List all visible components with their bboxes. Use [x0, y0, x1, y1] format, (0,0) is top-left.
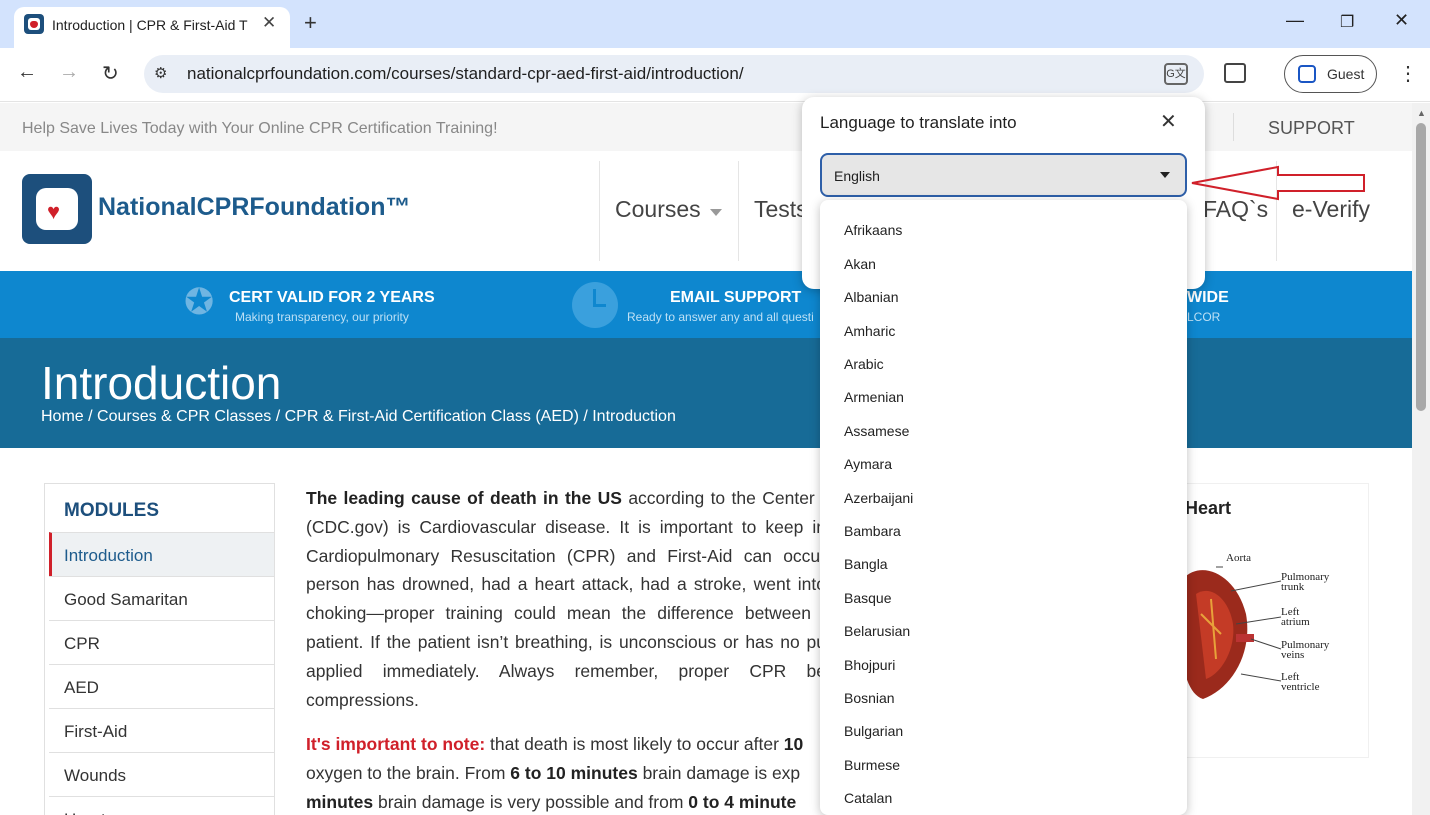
annotation-arrow-icon: [1191, 165, 1365, 201]
address-bar[interactable]: ⚙ nationalcprfoundation.com/courses/stan…: [144, 55, 1204, 93]
language-option-amharic[interactable]: Amharic: [844, 323, 895, 339]
article-body: The leading cause of death in the US acc…: [306, 484, 826, 815]
translate-popup-title: Language to translate into: [820, 113, 1017, 132]
module-item-first-aid[interactable]: First-Aid: [49, 708, 274, 752]
site-info-icon[interactable]: ⚙: [154, 64, 167, 82]
scroll-up-icon[interactable]: ▲: [1417, 108, 1426, 118]
nav-divider: [599, 161, 600, 261]
browser-menu-icon[interactable]: ⋮: [1398, 61, 1418, 86]
browser-tab[interactable]: Introduction | CPR & First-Aid T ✕: [14, 7, 290, 48]
profile-button[interactable]: Guest: [1284, 55, 1377, 93]
language-option-bambara[interactable]: Bambara: [844, 523, 901, 539]
module-item-heart[interactable]: Heart: [49, 796, 274, 815]
language-option-basque[interactable]: Basque: [844, 590, 891, 606]
article-paragraph-1: The leading cause of death in the US acc…: [306, 488, 827, 710]
language-option-bulgarian[interactable]: Bulgarian: [844, 723, 903, 739]
tab-search-icon[interactable]: [1224, 63, 1246, 83]
scrollbar-thumb[interactable]: [1416, 123, 1426, 411]
browser-toolbar: ← → ↻ ⚙ nationalcprfoundation.com/course…: [0, 48, 1430, 102]
language-option-catalan[interactable]: Catalan: [844, 790, 892, 806]
logo-text[interactable]: NationalCPRFoundation™: [98, 193, 410, 222]
module-item-wounds[interactable]: Wounds: [49, 752, 274, 796]
support-link[interactable]: SUPPORT: [1268, 118, 1355, 139]
chevron-down-icon: [710, 209, 722, 216]
page-hero: Introduction Home / Courses & CPR Classe…: [0, 338, 1412, 448]
top-strip-text: Help Save Lives Today with Your Online C…: [22, 120, 498, 137]
important-note-label: It's important to note:: [306, 734, 486, 755]
dropdown-caret-icon: [1160, 172, 1170, 178]
modules-heading: MODULES: [64, 500, 159, 521]
language-option-bangla[interactable]: Bangla: [844, 556, 888, 572]
language-option-albanian[interactable]: Albanian: [844, 289, 899, 305]
nav-courses[interactable]: Courses: [615, 196, 701, 223]
minimize-icon[interactable]: —: [1286, 10, 1304, 31]
nav-divider: [738, 161, 739, 261]
language-option-afrikaans[interactable]: Afrikaans: [844, 222, 902, 238]
profile-icon: [1298, 65, 1316, 83]
label-left-atrium: Left atrium: [1281, 606, 1310, 628]
language-option-azerbaijani[interactable]: Azerbaijani: [844, 490, 913, 506]
feature-3-subtitle: LCOR: [1187, 310, 1221, 324]
logo-icon[interactable]: ♥: [22, 174, 92, 244]
new-tab-button[interactable]: +: [304, 10, 317, 36]
site-favicon-icon: [24, 14, 44, 34]
language-option-bhojpuri[interactable]: Bhojpuri: [844, 657, 895, 673]
language-option-belarusian[interactable]: Belarusian: [844, 623, 910, 639]
breadcrumb[interactable]: Home / Courses & CPR Classes / CPR & Fir…: [41, 408, 676, 426]
feature-2-subtitle: Ready to answer any and all questi: [627, 310, 814, 324]
profile-label: Guest: [1327, 66, 1365, 82]
label-pulmonary-veins: Pulmonary veins: [1281, 639, 1330, 661]
window-close-icon[interactable]: ✕: [1394, 10, 1409, 31]
article-paragraph-2: It's important to note: that death is mo…: [306, 734, 804, 812]
nav-tests[interactable]: Tests: [754, 196, 808, 223]
label-pulmonary-trunk: Pulmonary trunk: [1281, 571, 1330, 593]
target-language-select[interactable]: English: [820, 153, 1187, 197]
selected-language: English: [834, 168, 880, 184]
back-icon[interactable]: ←: [17, 61, 37, 84]
module-item-introduction[interactable]: Introduction: [49, 532, 274, 576]
module-item-aed[interactable]: AED: [49, 664, 274, 708]
close-icon[interactable]: ✕: [1160, 109, 1177, 134]
article-bold-lead: The leading cause of death in the US: [306, 488, 622, 508]
url-text[interactable]: nationalcprfoundation.com/courses/standa…: [187, 64, 744, 84]
strip-divider: [1233, 113, 1234, 141]
label-left-ventricle: Left ventricle: [1281, 671, 1320, 693]
modules-sidebar: MODULES Introduction Good Samaritan CPR …: [44, 483, 275, 815]
award-ribbon-icon: ✪: [184, 281, 215, 322]
feature-3-title: WIDE: [1187, 289, 1229, 306]
tab-close-icon[interactable]: ✕: [262, 13, 276, 33]
reload-icon[interactable]: ↻: [102, 61, 119, 86]
module-item-good-samaritan[interactable]: Good Samaritan: [49, 576, 274, 620]
restore-icon[interactable]: ❐: [1340, 12, 1354, 32]
language-option-aymara[interactable]: Aymara: [844, 456, 892, 472]
language-option-bosnian[interactable]: Bosnian: [844, 690, 895, 706]
feature-2-title: EMAIL SUPPORT: [670, 289, 802, 306]
language-option-armenian[interactable]: Armenian: [844, 389, 904, 405]
feature-1-subtitle: Making transparency, our priority: [235, 310, 409, 324]
tab-title: Introduction | CPR & First-Aid T: [52, 17, 248, 33]
language-option-akan[interactable]: Akan: [844, 256, 876, 272]
feature-1-title: CERT VALID FOR 2 YEARS: [229, 289, 435, 306]
page-scrollbar[interactable]: ▲: [1412, 103, 1430, 815]
translate-icon[interactable]: G文: [1164, 63, 1188, 85]
language-option-burmese[interactable]: Burmese: [844, 757, 900, 773]
language-option-arabic[interactable]: Arabic: [844, 356, 884, 372]
module-item-cpr[interactable]: CPR: [49, 620, 274, 664]
forward-icon[interactable]: →: [59, 61, 79, 84]
tab-bar: Introduction | CPR & First-Aid T ✕ + — ❐…: [0, 0, 1430, 48]
page-title: Introduction: [41, 357, 282, 409]
language-option-assamese[interactable]: Assamese: [844, 423, 909, 439]
label-aorta: Aorta: [1226, 552, 1252, 564]
language-dropdown-list: Afrikaans Akan Albanian Amharic Arabic A…: [820, 200, 1187, 815]
